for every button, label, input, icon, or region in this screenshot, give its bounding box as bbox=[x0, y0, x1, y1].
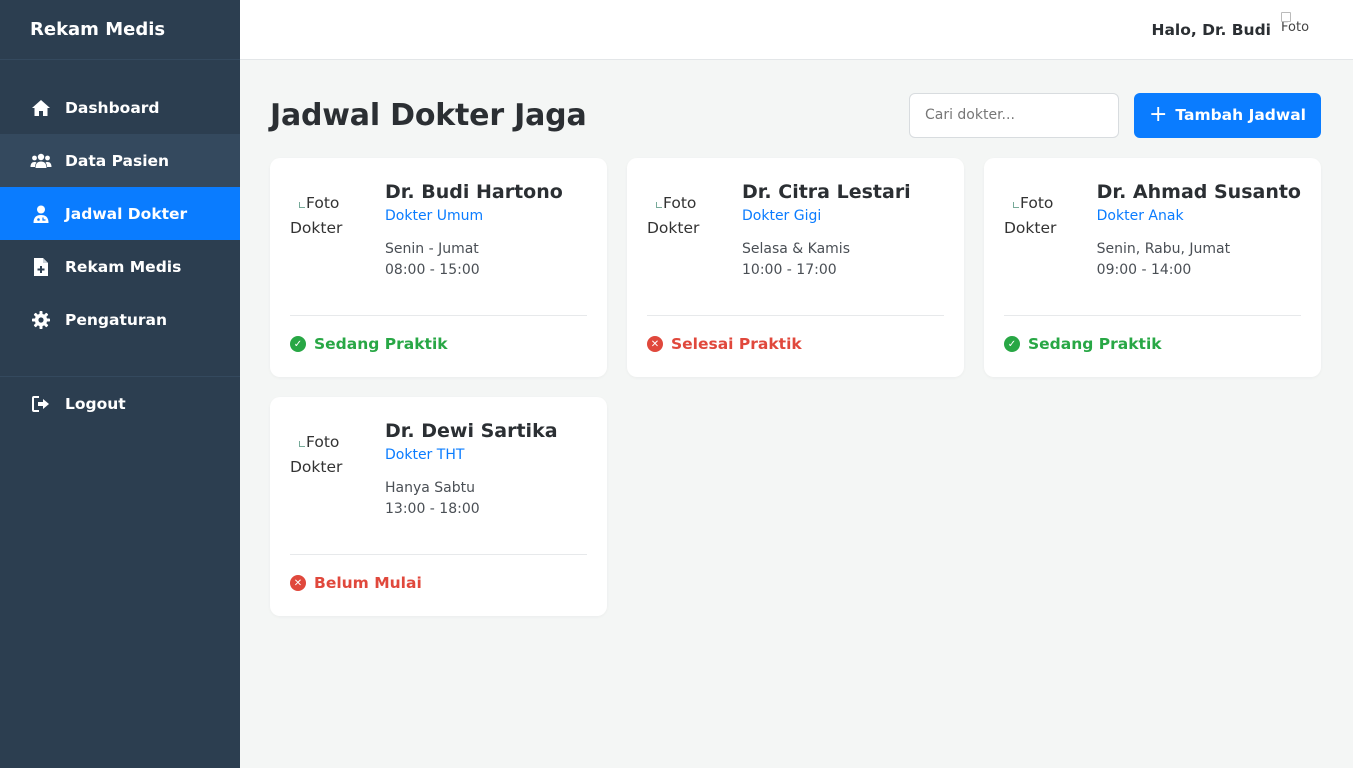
avatar-alt-text: Foto bbox=[1281, 19, 1310, 35]
top-header: Halo, Dr. Budi Foto bbox=[240, 0, 1353, 60]
gear-icon bbox=[30, 310, 52, 330]
plus-icon: + bbox=[1148, 102, 1168, 127]
doctor-info: Dr. Ahmad Susanto Dokter Anak Senin, Rab… bbox=[1097, 178, 1301, 315]
doctor-card[interactable]: Foto Dokter Dr. Ahmad Susanto Dokter Ana… bbox=[984, 158, 1321, 377]
broken-image-icon bbox=[1281, 11, 1291, 22]
sidebar-item-label: Jadwal Dokter bbox=[65, 204, 188, 223]
doctor-hours: 10:00 - 17:00 bbox=[742, 262, 837, 278]
doctor-info: Dr. Citra Lestari Dokter Gigi Selasa & K… bbox=[742, 178, 944, 315]
logout-icon bbox=[30, 394, 52, 414]
page-title: Jadwal Dokter Jaga bbox=[270, 97, 587, 133]
doctor-card[interactable]: Foto Dokter Dr. Budi Hartono Dokter Umum… bbox=[270, 158, 607, 377]
sidebar: Rekam Medis Dashboard Data Pasien Jadwal… bbox=[0, 0, 240, 768]
doctor-photo-alt: Foto Dokter bbox=[290, 194, 343, 237]
doctor-info: Dr. Dewi Sartika Dokter THT Hanya Sabtu … bbox=[385, 417, 587, 554]
user-greeting: Halo, Dr. Budi bbox=[1151, 20, 1271, 39]
doctor-days: Senin - Jumat bbox=[385, 241, 479, 257]
doctor-days: Selasa & Kamis bbox=[742, 241, 850, 257]
doctor-photo: Foto Dokter bbox=[647, 178, 742, 315]
sidebar-item-label: Dashboard bbox=[65, 98, 160, 117]
status-badge: ✕ Belum Mulai bbox=[290, 555, 587, 611]
sidebar-item-data-pasien[interactable]: Data Pasien bbox=[0, 134, 240, 187]
doctor-specialty: Dokter Umum bbox=[385, 208, 484, 224]
doctor-info: Dr. Budi Hartono Dokter Umum Senin - Jum… bbox=[385, 178, 587, 315]
main-content: Jadwal Dokter Jaga + Tambah Jadwal Foto … bbox=[240, 60, 1353, 768]
home-icon bbox=[30, 98, 52, 118]
doctor-photo: Foto Dokter bbox=[290, 417, 385, 554]
sidebar-item-label: Data Pasien bbox=[65, 151, 170, 170]
page-actions: + Tambah Jadwal bbox=[908, 92, 1321, 138]
file-medical-icon bbox=[30, 257, 52, 277]
app-brand: Rekam Medis bbox=[0, 0, 240, 60]
doctor-photo-alt: Foto Dokter bbox=[290, 433, 343, 476]
doctor-name: Dr. Ahmad Susanto bbox=[1096, 181, 1301, 203]
x-circle-icon: ✕ bbox=[290, 575, 306, 591]
status-text: Belum Mulai bbox=[314, 574, 422, 592]
add-schedule-button[interactable]: + Tambah Jadwal bbox=[1133, 92, 1321, 138]
status-badge: ✓ Sedang Praktik bbox=[290, 316, 587, 372]
page-topbar: Jadwal Dokter Jaga + Tambah Jadwal bbox=[270, 92, 1321, 138]
doctor-hours: 09:00 - 14:00 bbox=[1096, 262, 1192, 278]
doctor-photo: Foto Dokter bbox=[290, 178, 385, 315]
sidebar-item-label: Rekam Medis bbox=[65, 257, 182, 276]
status-text: Selesai Praktik bbox=[671, 335, 802, 353]
users-icon bbox=[30, 151, 52, 171]
avatar[interactable]: Foto bbox=[1281, 11, 1317, 48]
doctor-card-body: Foto Dokter Dr. Citra Lestari Dokter Gig… bbox=[647, 178, 944, 316]
broken-image-icon bbox=[299, 202, 305, 208]
doctor-name: Dr. Citra Lestari bbox=[742, 181, 911, 203]
doctor-days: Hanya Sabtu bbox=[385, 480, 476, 496]
search-input[interactable] bbox=[908, 92, 1119, 138]
doctor-card[interactable]: Foto Dokter Dr. Citra Lestari Dokter Gig… bbox=[627, 158, 964, 377]
status-text: Sedang Praktik bbox=[1028, 335, 1162, 353]
sidebar-item-jadwal-dokter[interactable]: Jadwal Dokter bbox=[0, 187, 240, 240]
sidebar-item-pengaturan[interactable]: Pengaturan bbox=[0, 293, 240, 346]
sidebar-item-rekam-medis[interactable]: Rekam Medis bbox=[0, 240, 240, 293]
broken-image-icon bbox=[656, 202, 662, 208]
sidebar-nav: Dashboard Data Pasien Jadwal Dokter Reka… bbox=[0, 60, 240, 346]
logout-button[interactable]: Logout bbox=[0, 377, 240, 430]
user-doctor-icon bbox=[30, 204, 52, 224]
logout-label: Logout bbox=[65, 394, 126, 413]
check-circle-icon: ✓ bbox=[290, 336, 306, 352]
doctor-photo-alt: Foto Dokter bbox=[647, 194, 700, 237]
doctor-card-body: Foto Dokter Dr. Dewi Sartika Dokter THT … bbox=[290, 417, 587, 555]
doctor-name: Dr. Budi Hartono bbox=[385, 181, 563, 203]
doctor-photo: Foto Dokter bbox=[1004, 178, 1097, 315]
doctor-specialty: Dokter THT bbox=[385, 447, 465, 463]
doctor-specialty: Dokter Gigi bbox=[742, 208, 822, 224]
broken-image-icon bbox=[1013, 202, 1019, 208]
sidebar-item-dashboard[interactable]: Dashboard bbox=[0, 81, 240, 134]
add-schedule-label: Tambah Jadwal bbox=[1175, 106, 1306, 124]
status-badge: ✕ Selesai Praktik bbox=[647, 316, 944, 372]
doctor-name: Dr. Dewi Sartika bbox=[385, 420, 558, 442]
doctor-card-body: Foto Dokter Dr. Budi Hartono Dokter Umum… bbox=[290, 178, 587, 316]
doctor-card[interactable]: Foto Dokter Dr. Dewi Sartika Dokter THT … bbox=[270, 397, 607, 616]
doctor-photo-alt: Foto Dokter bbox=[1004, 194, 1057, 237]
status-text: Sedang Praktik bbox=[314, 335, 448, 353]
doctor-specialty: Dokter Anak bbox=[1096, 208, 1184, 224]
doctor-card-grid: Foto Dokter Dr. Budi Hartono Dokter Umum… bbox=[270, 158, 1321, 616]
x-circle-icon: ✕ bbox=[647, 336, 663, 352]
check-circle-icon: ✓ bbox=[1004, 336, 1020, 352]
doctor-days: Senin, Rabu, Jumat bbox=[1096, 241, 1231, 257]
broken-image-icon bbox=[299, 441, 305, 447]
doctor-hours: 13:00 - 18:00 bbox=[385, 501, 480, 517]
status-badge: ✓ Sedang Praktik bbox=[1004, 316, 1301, 372]
doctor-hours: 08:00 - 15:00 bbox=[385, 262, 480, 278]
doctor-card-body: Foto Dokter Dr. Ahmad Susanto Dokter Ana… bbox=[1004, 178, 1301, 316]
sidebar-item-label: Pengaturan bbox=[65, 310, 168, 329]
